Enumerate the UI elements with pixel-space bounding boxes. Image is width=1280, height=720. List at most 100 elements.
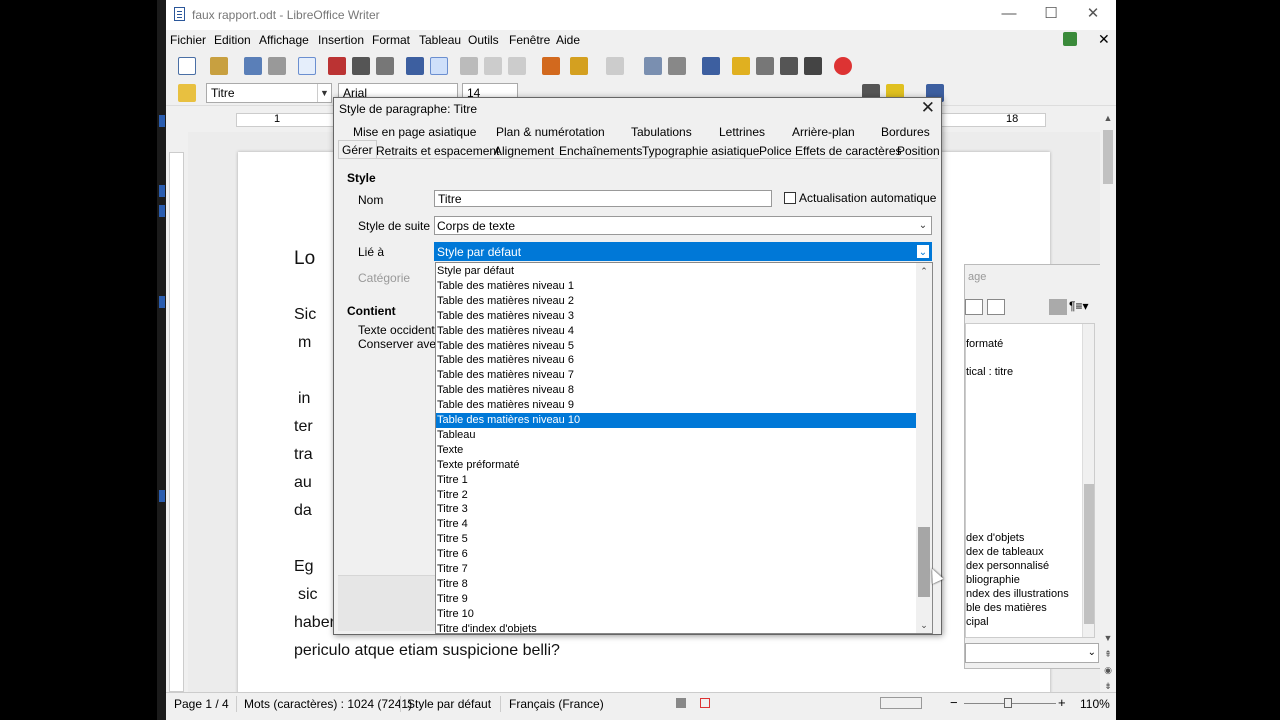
document-scrollbar[interactable]: ▲ ▼ ⇞ ◉ ⇟ <box>1100 110 1116 692</box>
dropdown-option[interactable]: Table des matières niveau 10 <box>436 413 916 428</box>
style-item[interactable]: tical : titre <box>966 366 1013 378</box>
fill-format-icon[interactable] <box>1049 299 1067 315</box>
word-count[interactable]: Mots (caractères) : 1024 (7241) <box>244 697 412 711</box>
dropdown-option[interactable]: Tableau <box>436 428 916 443</box>
dropdown-option[interactable]: Table des matières niveau 2 <box>436 294 916 309</box>
style-item[interactable]: cipal <box>966 616 989 628</box>
formatting-marks-icon[interactable] <box>804 57 822 75</box>
dropdown-option[interactable]: Style par défaut <box>436 264 916 279</box>
undo-icon[interactable] <box>570 57 588 75</box>
scroll-up-icon[interactable]: ▲ <box>1102 112 1114 124</box>
vertical-ruler[interactable] <box>166 132 188 692</box>
minimize-button[interactable]: — <box>986 4 1032 26</box>
scroll-thumb[interactable] <box>918 527 930 597</box>
scroll-up-icon[interactable]: ⌃ <box>918 265 930 277</box>
list-styles-icon[interactable] <box>987 299 1005 315</box>
scroll-thumb[interactable] <box>1084 484 1094 624</box>
name-field[interactable]: Titre <box>434 190 772 207</box>
cut-icon[interactable] <box>460 57 478 75</box>
linked-to-dropdown-list[interactable]: Style par défaut Table des matières nivea… <box>435 262 933 634</box>
tab-manage[interactable]: Gérer <box>338 140 377 159</box>
zoom-level[interactable]: 110% <box>1080 697 1110 711</box>
new-style-icon[interactable]: ¶≡▾ <box>1069 299 1088 313</box>
dropdown-option[interactable]: Table des matières niveau 7 <box>436 368 916 383</box>
dropdown-option[interactable]: Table des matières niveau 6 <box>436 353 916 368</box>
frame-styles-icon[interactable] <box>965 299 983 315</box>
scroll-down-icon[interactable]: ⌄ <box>918 619 930 631</box>
update-icon[interactable] <box>1063 32 1077 46</box>
insert-image-icon[interactable] <box>702 57 720 75</box>
dropdown-option[interactable]: Titre 9 <box>436 592 916 607</box>
tab-drop-caps[interactable]: Lettrines <box>719 125 765 139</box>
insert-field-icon[interactable] <box>756 57 774 75</box>
tab-text-flow[interactable]: Enchaînements <box>559 144 642 158</box>
clone-formatting-icon[interactable] <box>542 57 560 75</box>
paragraph-style-combo[interactable]: Titre ▼ <box>206 83 332 103</box>
dropdown-option[interactable]: Titre 2 <box>436 488 916 503</box>
zoom-slider-handle[interactable] <box>1004 698 1012 708</box>
next-page-icon[interactable]: ⇟ <box>1102 680 1114 692</box>
previous-page-icon[interactable]: ⇞ <box>1102 648 1114 660</box>
copy-icon[interactable] <box>484 57 502 75</box>
next-style-select[interactable]: Corps de texte ⌄ <box>434 216 932 235</box>
menu-fenetre[interactable]: Fenêtre <box>509 33 550 47</box>
dropdown-option[interactable]: Titre 6 <box>436 547 916 562</box>
style-item[interactable]: bliographie <box>966 574 1020 586</box>
insert-mode-icon[interactable] <box>676 698 686 708</box>
view-layout-icon[interactable] <box>880 697 922 709</box>
new-document-icon[interactable] <box>178 57 196 75</box>
tab-outline-numbering[interactable]: Plan & numérotation <box>496 125 605 139</box>
dropdown-option[interactable]: Titre d'index d'objets <box>436 622 916 633</box>
style-item[interactable]: dex d'objets <box>966 532 1024 544</box>
menu-tableau[interactable]: Tableau <box>419 33 461 47</box>
menu-aide[interactable]: Aide <box>556 33 580 47</box>
maximize-button[interactable]: ☐ <box>1028 4 1074 26</box>
tab-tabs[interactable]: Tabulations <box>631 125 692 139</box>
style-item[interactable]: formaté <box>966 338 1003 350</box>
tab-font[interactable]: Police <box>759 144 792 158</box>
dropdown-option[interactable]: Table des matières niveau 9 <box>436 398 916 413</box>
tab-background[interactable]: Arrière-plan <box>792 125 855 139</box>
menu-edition[interactable]: Edition <box>214 33 251 47</box>
dropdown-option[interactable]: Table des matières niveau 1 <box>436 279 916 294</box>
dropdown-option[interactable]: Table des matières niveau 3 <box>436 309 916 324</box>
dropdown-option[interactable]: Texte préformaté <box>436 458 916 473</box>
dropdown-option[interactable]: Texte <box>436 443 916 458</box>
save-icon[interactable] <box>244 57 262 75</box>
styles-list[interactable]: formaté tical : titre dex d'objets dex d… <box>965 323 1095 638</box>
tab-asian-typography[interactable]: Typographie asiatique <box>642 144 759 158</box>
dropdown-option[interactable]: Table des matières niveau 8 <box>436 383 916 398</box>
export-pdf-icon[interactable] <box>328 57 346 75</box>
navigator-icon[interactable]: ◉ <box>1102 664 1114 676</box>
page-style[interactable]: Style par défaut <box>407 697 491 711</box>
find-replace-icon[interactable] <box>644 57 662 75</box>
menu-insertion[interactable]: Insertion <box>318 33 364 47</box>
dropdown-option[interactable]: Titre 10 <box>436 607 916 622</box>
dropdown-option[interactable]: Titre 5 <box>436 532 916 547</box>
style-item[interactable]: ndex des illustrations <box>966 588 1069 600</box>
scroll-down-icon[interactable]: ▼ <box>1102 632 1114 644</box>
dropdown-option[interactable]: Titre 8 <box>436 577 916 592</box>
close-button[interactable]: ✕ <box>1070 4 1116 26</box>
open-icon[interactable] <box>210 57 228 75</box>
dropdown-option[interactable]: Titre 7 <box>436 562 916 577</box>
print-icon[interactable] <box>352 57 370 75</box>
style-item[interactable]: ble des matières <box>966 602 1047 614</box>
linked-to-select[interactable]: Style par défaut ⌄ <box>434 242 932 261</box>
autospell-icon[interactable] <box>430 57 448 75</box>
zoom-in-icon[interactable]: + <box>1058 695 1066 710</box>
menu-affichage[interactable]: Affichage <box>259 33 309 47</box>
style-item[interactable]: dex personnalisé <box>966 560 1049 572</box>
tab-alignment[interactable]: Alignement <box>494 144 554 158</box>
style-item[interactable]: dex de tableaux <box>966 546 1044 558</box>
zoom-out-icon[interactable]: − <box>950 695 958 710</box>
menu-fichier[interactable]: Fichier <box>170 33 206 47</box>
document-modified-icon[interactable] <box>700 698 710 708</box>
language-indicator[interactable]: Français (France) <box>509 697 604 711</box>
autoupdate-checkbox[interactable] <box>784 192 796 204</box>
dropdown-option[interactable]: Titre 4 <box>436 517 916 532</box>
print-preview-icon[interactable] <box>376 57 394 75</box>
dropdown-option[interactable]: Table des matières niveau 5 <box>436 339 916 354</box>
email-icon[interactable] <box>268 57 286 75</box>
edit-mode-icon[interactable] <box>298 57 316 75</box>
